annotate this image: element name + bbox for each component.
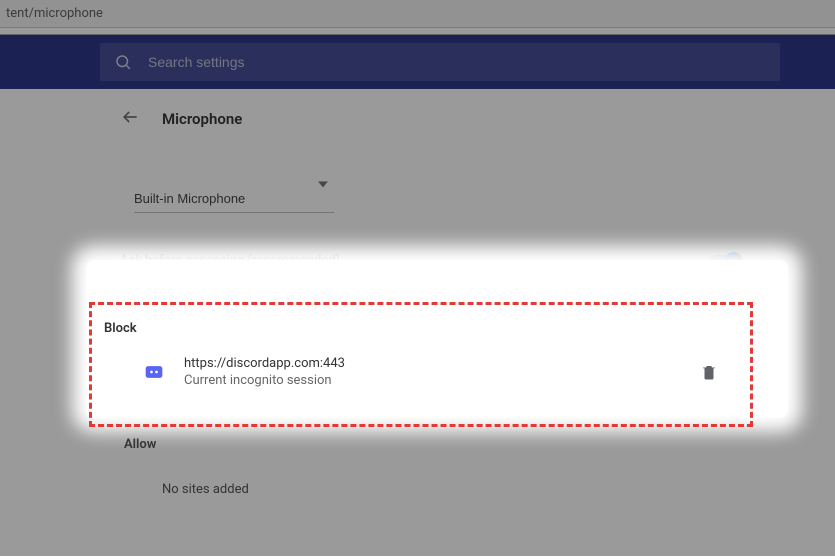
arrow-left-icon bbox=[120, 107, 140, 127]
site-text: https://discordapp.com:443 Current incog… bbox=[184, 356, 680, 388]
search-icon bbox=[114, 53, 132, 71]
toggle-knob bbox=[725, 252, 742, 269]
site-url: https://discordapp.com:443 bbox=[184, 356, 680, 371]
microphone-device-select[interactable]: Built-in Microphone bbox=[134, 187, 334, 213]
block-section-highlight: Block https://discordapp.com:443 Current… bbox=[89, 302, 753, 427]
ask-before-toggle[interactable] bbox=[710, 255, 740, 267]
allow-header: Allow bbox=[122, 433, 760, 462]
allow-empty-text: No sites added bbox=[120, 462, 760, 497]
discord-icon bbox=[144, 362, 164, 382]
delete-site-button[interactable] bbox=[700, 363, 718, 381]
ask-toggle-label: Ask before accessing (recommended) bbox=[120, 253, 340, 268]
url-fragment: tent/microphone bbox=[6, 6, 103, 21]
address-bar[interactable]: tent/microphone bbox=[0, 0, 835, 28]
page-title: Microphone bbox=[162, 110, 242, 128]
block-header: Block bbox=[102, 315, 740, 346]
back-button[interactable] bbox=[120, 107, 140, 131]
site-subtext: Current incognito session bbox=[184, 373, 680, 388]
blocked-site-row[interactable]: https://discordapp.com:443 Current incog… bbox=[102, 346, 740, 394]
search-input[interactable] bbox=[148, 54, 766, 70]
settings-header bbox=[0, 34, 835, 89]
search-box[interactable] bbox=[100, 43, 780, 81]
content-panel: Microphone Built-in Microphone Ask befor… bbox=[100, 89, 780, 559]
trash-icon bbox=[700, 363, 718, 381]
